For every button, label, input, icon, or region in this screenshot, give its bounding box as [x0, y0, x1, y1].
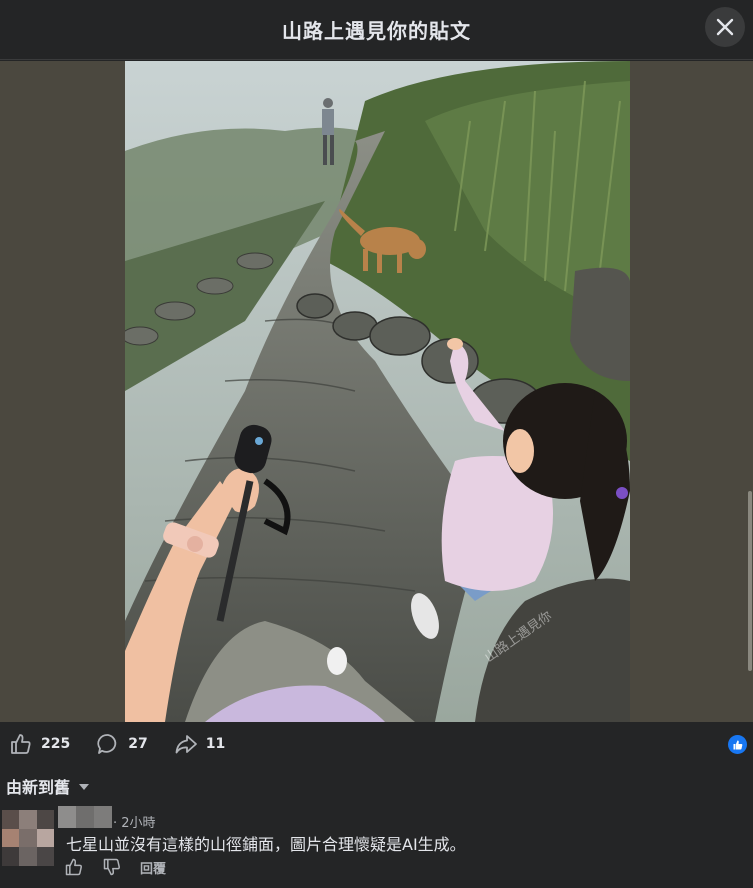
share-button[interactable]: 11 — [174, 732, 225, 756]
reply-button[interactable]: 回覆 — [140, 858, 166, 877]
post-action-bar: 225 27 11 — [0, 722, 753, 766]
thumbs-down-icon — [103, 858, 120, 876]
trail-photo-illustration: 山路上遇見你 — [125, 61, 630, 722]
thumbs-up-icon — [733, 740, 742, 749]
scrollbar[interactable] — [747, 61, 753, 722]
close-button[interactable] — [705, 7, 745, 47]
thumbs-up-icon — [65, 858, 82, 876]
like-reaction-badge[interactable] — [728, 735, 747, 754]
post-photo[interactable]: 山路上遇見你 — [125, 61, 630, 722]
comment-count: 27 — [128, 736, 148, 752]
comment-actions: 回覆 — [64, 857, 184, 877]
page-title: 山路上遇見你的貼文 — [282, 19, 471, 43]
comment-dislike-button[interactable] — [102, 857, 122, 877]
scrollbar-thumb[interactable] — [748, 491, 752, 671]
avatar[interactable] — [2, 810, 54, 866]
close-icon — [716, 18, 734, 36]
like-button[interactable]: 225 — [9, 732, 70, 756]
like-count: 225 — [41, 736, 71, 752]
thumbs-up-icon — [11, 734, 31, 754]
author-name-blurred[interactable] — [58, 806, 112, 828]
comment-sort-dropdown[interactable]: 由新到舊 — [6, 774, 90, 798]
comment-like-button[interactable] — [64, 857, 84, 877]
comment-icon — [97, 734, 117, 754]
comment-timestamp[interactable]: · 2小時 — [113, 812, 156, 831]
post-header: 山路上遇見你的貼文 — [0, 0, 753, 60]
caret-down-icon — [79, 784, 90, 790]
sort-label: 由新到舊 — [6, 778, 71, 797]
comment-item: · 2小時 七星山並沒有這樣的山徑鋪面，圖片合理懷疑是AI生成。 回覆 — [0, 806, 753, 888]
comment-button[interactable]: 27 — [96, 732, 148, 756]
comment-text: 七星山並沒有這樣的山徑鋪面，圖片合理懷疑是AI生成。 — [66, 835, 466, 854]
share-icon — [175, 735, 197, 754]
reply-label: 回覆 — [140, 861, 167, 877]
share-count: 11 — [205, 736, 226, 752]
